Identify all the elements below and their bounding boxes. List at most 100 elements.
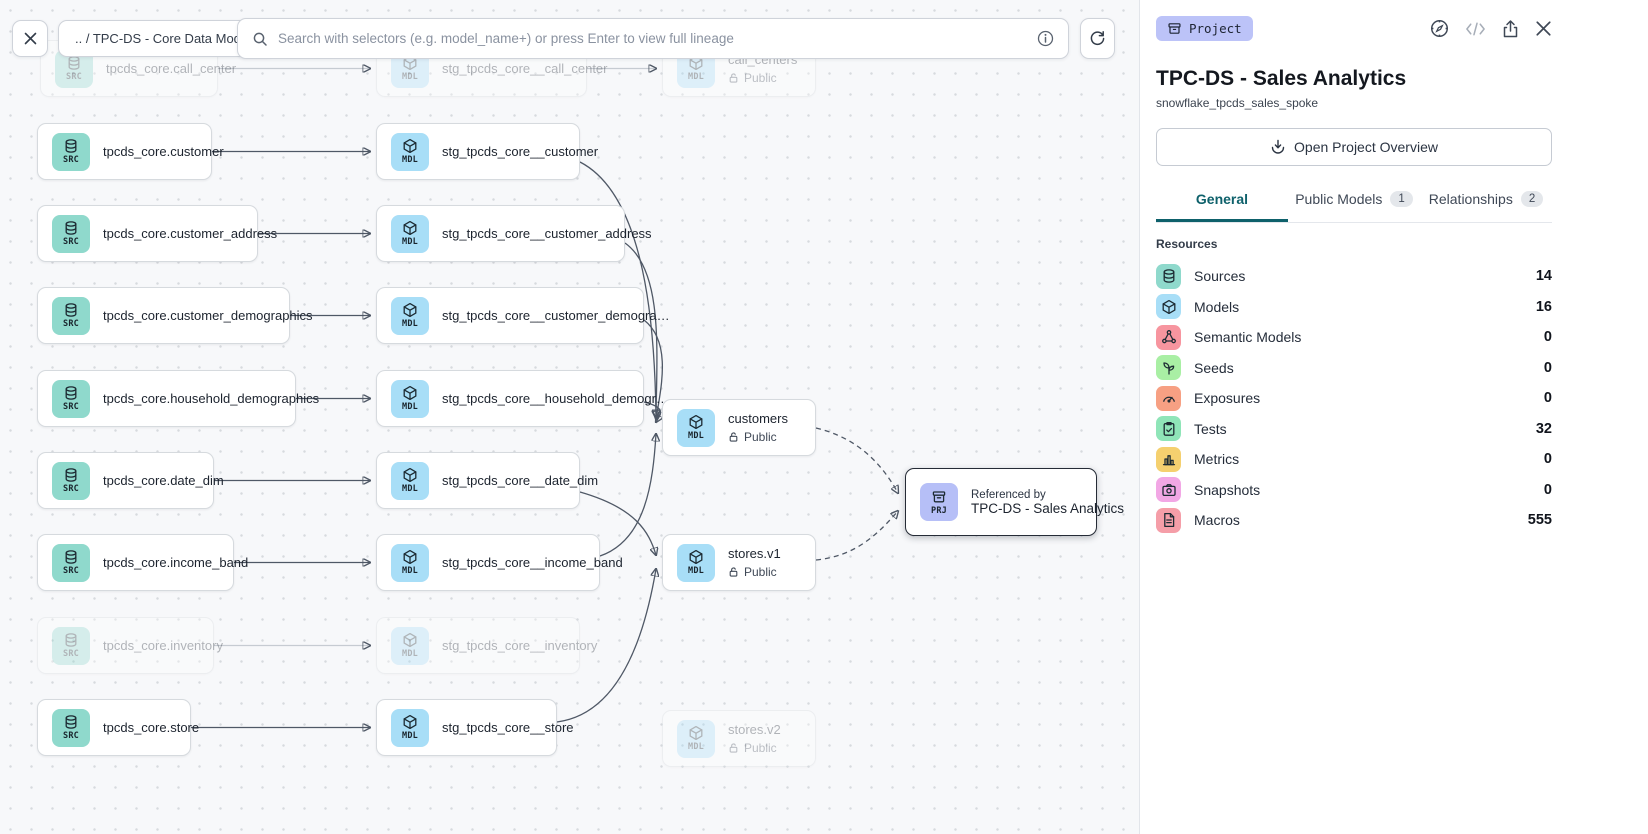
tab-count-badge: 1 <box>1390 191 1412 207</box>
project-type-badge-label: Project <box>1189 21 1242 36</box>
resource-count: 0 <box>1544 451 1552 467</box>
lineage-canvas[interactable]: SRCtpcds_core.call_centerSRCtpcds_core.c… <box>0 0 1139 834</box>
resource-row-snapshots[interactable]: Snapshots0 <box>1156 475 1552 506</box>
database-icon: SRC <box>52 133 90 171</box>
share-icon[interactable] <box>1501 19 1520 39</box>
resource-count: 555 <box>1528 512 1552 528</box>
lineage-node-src-income-band[interactable]: SRCtpcds_core.income_band <box>37 534 234 591</box>
panel-tabs: General Public Models 1 Relationships2 <box>1156 180 1552 223</box>
code-icon[interactable] <box>1465 21 1486 37</box>
project-details-panel: Project TPC-DS - Sales Analytics snowfla… <box>1139 0 1648 834</box>
resource-row-sources[interactable]: Sources14 <box>1156 261 1552 292</box>
search-bar[interactable] <box>237 18 1069 59</box>
resource-row-seeds[interactable]: Seeds 0 <box>1156 353 1552 384</box>
lineage-node-prj-sales-analytics[interactable]: PRJReferenced byTPC-DS - Sales Analytics <box>905 468 1097 536</box>
cube-icon: MDL <box>391 380 429 418</box>
close-lineage-button[interactable] <box>12 20 48 57</box>
cube-icon: MDL <box>391 215 429 253</box>
resource-count: 16 <box>1536 299 1552 315</box>
resource-count: 32 <box>1536 421 1552 437</box>
lineage-node-mdl-stg-inventory[interactable]: MDLstg_tpcds_core__inventory <box>376 617 580 674</box>
resource-count: 0 <box>1544 360 1552 376</box>
lineage-node-mdl-stores-v1[interactable]: MDLstores.v1Public <box>662 534 816 591</box>
open-overview-label: Open Project Overview <box>1294 139 1438 155</box>
node-referenced-by-label: Referenced by <box>971 489 1124 501</box>
lineage-node-mdl-stg-household-demographics[interactable]: MDLstg_tpcds_core__household_demogr… <box>376 370 644 427</box>
resource-label: Tests <box>1194 421 1523 437</box>
info-icon[interactable] <box>1037 30 1054 47</box>
node-label: tpcds_core.date_dim <box>103 473 224 488</box>
tab-public-models[interactable]: Public Models 1 <box>1288 180 1420 222</box>
lineage-node-mdl-stg-customer-address[interactable]: MDLstg_tpcds_core__customer_address <box>376 205 625 262</box>
node-label: stores.v2 <box>728 722 781 737</box>
node-label: TPC-DS - Sales Analytics <box>971 501 1124 516</box>
node-label: stg_tpcds_core__household_demogr… <box>442 391 669 406</box>
public-access-label: Public <box>728 741 781 755</box>
cube-icon: MDL <box>391 709 429 747</box>
lineage-node-src-household-demographics[interactable]: SRCtpcds_core.household_demographics <box>37 370 296 427</box>
cube-icon: MDL <box>391 544 429 582</box>
tab-relationships[interactable]: Relationships2 <box>1420 180 1552 222</box>
lineage-node-mdl-stores-v2[interactable]: MDLstores.v2Public <box>662 710 816 767</box>
resource-count: 0 <box>1544 390 1552 406</box>
document-icon <box>1156 508 1181 533</box>
node-label: tpcds_core.household_demographics <box>103 391 319 406</box>
tab-label: General <box>1196 191 1248 207</box>
node-label: stg_tpcds_core__customer_demogra… <box>442 308 670 323</box>
node-label: stg_tpcds_core__date_dim <box>442 473 598 488</box>
lineage-node-src-customer[interactable]: SRCtpcds_core.customer <box>37 123 212 180</box>
cube-icon: MDL <box>391 462 429 500</box>
lineage-node-mdl-stg-customer-demographics[interactable]: MDLstg_tpcds_core__customer_demogra… <box>376 287 644 344</box>
resource-label: Semantic Models <box>1194 329 1531 345</box>
lock-icon <box>728 566 739 578</box>
project-type-badge: Project <box>1156 16 1253 41</box>
node-label: tpcds_core.customer_address <box>103 226 277 241</box>
resource-label: Snapshots <box>1194 482 1531 498</box>
resource-row-semantic-models[interactable]: Semantic Models 0 <box>1156 322 1552 353</box>
tab-label: Public Models <box>1295 191 1382 207</box>
resource-row-macros[interactable]: Macros555 <box>1156 505 1552 536</box>
camera-icon <box>1156 477 1181 502</box>
lineage-node-src-date-dim[interactable]: SRCtpcds_core.date_dim <box>37 452 214 509</box>
open-overview-icon <box>1270 139 1286 155</box>
resource-count: 0 <box>1544 329 1552 345</box>
lineage-node-src-customer-address[interactable]: SRCtpcds_core.customer_address <box>37 205 258 262</box>
node-label: stores.v1 <box>728 546 781 561</box>
cube-icon <box>1156 294 1181 319</box>
node-label: tpcds_core.income_band <box>103 555 248 570</box>
resources-list: Sources14Models16Semantic Models0Seeds0E… <box>1156 261 1552 536</box>
node-label: tpcds_core.call_center <box>106 61 236 76</box>
lineage-node-src-customer-demographics[interactable]: SRCtpcds_core.customer_demographics <box>37 287 290 344</box>
resource-row-exposures[interactable]: Exposures 0 <box>1156 383 1552 414</box>
resource-label: Exposures <box>1194 390 1531 406</box>
lineage-node-src-store[interactable]: SRCtpcds_core.store <box>37 699 191 756</box>
node-label: tpcds_core.customer_demographics <box>103 308 313 323</box>
node-label: stg_tpcds_core__customer <box>442 144 598 159</box>
public-access-label: Public <box>728 430 788 444</box>
search-input[interactable] <box>278 31 1027 46</box>
tab-general[interactable]: General <box>1156 180 1288 222</box>
resource-label: Seeds <box>1194 360 1531 376</box>
lineage-node-src-inventory[interactable]: SRCtpcds_core.inventory <box>37 617 214 674</box>
resource-row-tests[interactable]: Tests 32 <box>1156 414 1552 445</box>
close-panel-icon[interactable] <box>1535 20 1552 37</box>
lineage-node-mdl-stg-customer[interactable]: MDLstg_tpcds_core__customer <box>376 123 580 180</box>
refresh-lineage-button[interactable] <box>1080 18 1115 59</box>
cube-icon: MDL <box>677 544 715 582</box>
project-title: TPC-DS - Sales Analytics <box>1156 67 1552 91</box>
clipboard-check-icon <box>1156 416 1181 441</box>
lineage-node-mdl-stg-date-dim[interactable]: MDLstg_tpcds_core__date_dim <box>376 452 580 509</box>
node-label: stg_tpcds_core__inventory <box>442 638 597 653</box>
resource-row-models[interactable]: Models16 <box>1156 292 1552 323</box>
cube-icon: MDL <box>391 133 429 171</box>
refresh-icon <box>1089 30 1106 47</box>
lineage-node-mdl-customers[interactable]: MDLcustomersPublic <box>662 399 816 456</box>
explore-compass-icon[interactable] <box>1429 18 1450 39</box>
lineage-node-mdl-stg-store[interactable]: MDLstg_tpcds_core__store <box>376 699 557 756</box>
cube-icon: MDL <box>677 409 715 447</box>
database-icon: SRC <box>52 627 90 665</box>
lineage-node-mdl-stg-income-band[interactable]: MDLstg_tpcds_core__income_band <box>376 534 600 591</box>
resource-row-metrics[interactable]: Metrics0 <box>1156 444 1552 475</box>
open-project-overview-button[interactable]: Open Project Overview <box>1156 128 1552 166</box>
database-icon <box>1156 264 1181 289</box>
